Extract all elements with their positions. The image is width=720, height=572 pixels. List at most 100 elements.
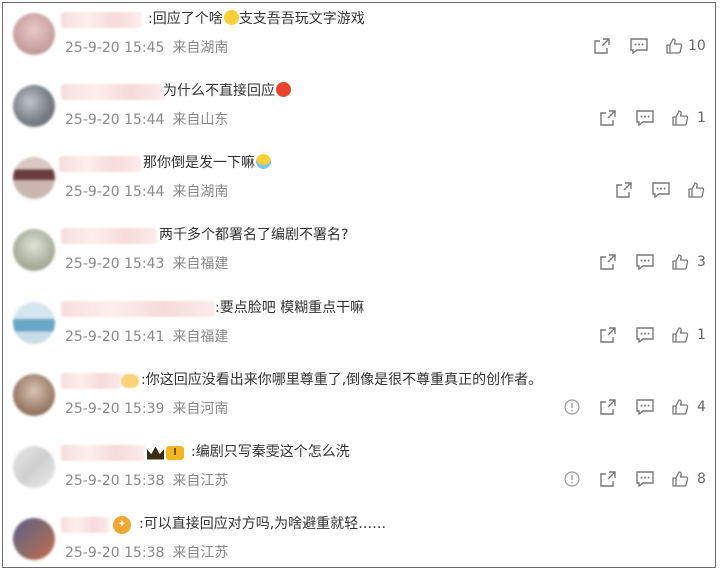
- comment-body: :要点脸吧 模糊重点干嘛: [215, 300, 365, 316]
- comment-date: 25-9-20 15:41: [65, 329, 165, 345]
- comment-date: 25-9-20 15:38: [65, 545, 165, 561]
- share-icon[interactable]: [615, 181, 633, 199]
- report-icon[interactable]: [563, 470, 581, 488]
- share-icon[interactable]: [593, 37, 611, 55]
- comment-icon[interactable]: [635, 253, 655, 271]
- share-icon[interactable]: [599, 326, 617, 344]
- comment-date: 25-9-20 15:44: [65, 112, 165, 128]
- comment-meta: 25-9-20 15:43 来自福建: [65, 253, 228, 273]
- comment-location: 来自河南: [172, 401, 229, 417]
- thumbs-up-icon[interactable]: [671, 253, 689, 271]
- comment-item: 那你倒是发一下嘛 25-9-20 15:44 来自湖南: [3, 147, 715, 219]
- sweat-emoji-icon: [223, 10, 239, 25]
- like-count: 1: [697, 110, 706, 126]
- comment-location: 来自福建: [172, 256, 229, 272]
- comment-location: 来自福建: [172, 329, 229, 345]
- comment-body: :可以直接回应对方吗,为啥避重就轻……: [139, 516, 387, 532]
- comment-item: ✦ :可以直接回应对方吗,为啥避重就轻…… 25-9-20 15:38 来自江苏: [3, 508, 715, 567]
- avatar[interactable]: [13, 302, 55, 344]
- username-blurred[interactable]: [61, 373, 121, 389]
- comment-body: :回应了个啥: [148, 11, 223, 27]
- report-icon[interactable]: [563, 398, 581, 416]
- comment-item: 为什么不直接回应 25-9-20 15:44 来自山东 1: [3, 75, 715, 147]
- medal-badge: ✦: [113, 516, 131, 534]
- share-icon[interactable]: [599, 253, 617, 271]
- avatar[interactable]: [13, 446, 55, 488]
- comment-text: :编剧只写秦雯这个怎么洗: [191, 442, 350, 462]
- level-badge: I: [166, 446, 184, 460]
- comment-meta: 25-9-20 15:38 来自江苏: [65, 542, 228, 562]
- username-blurred[interactable]: [59, 156, 141, 172]
- comment-location: 来自湖南: [172, 184, 229, 200]
- comment-text: :回应了个啥 支支吾吾玩文字游戏: [148, 9, 365, 29]
- comment-icon[interactable]: [635, 109, 655, 127]
- comment-item: 两千多个都署名了编剧不署名? 25-9-20 15:43 来自福建 3: [3, 219, 715, 291]
- comment-text: 两千多个都署名了编剧不署名?: [159, 225, 348, 245]
- comment-text: :可以直接回应对方吗,为啥避重就轻……: [139, 514, 386, 534]
- fan-badge: [121, 372, 139, 390]
- comment-location: 来自山东: [172, 112, 229, 128]
- like-count: 8: [697, 471, 706, 487]
- username-blurred[interactable]: [61, 517, 109, 533]
- medal-icon: ✦: [113, 516, 131, 534]
- avatar[interactable]: [13, 229, 55, 271]
- share-icon[interactable]: [599, 109, 617, 127]
- like-count: 10: [688, 38, 706, 54]
- vip-badge: I: [147, 444, 184, 462]
- thumbs-up-icon[interactable]: [687, 181, 705, 199]
- avatar[interactable]: [13, 157, 55, 199]
- avatar[interactable]: [13, 85, 55, 127]
- comment-list: :回应了个啥 支支吾吾玩文字游戏 25-9-20 15:45 来自湖南 10 为什么不直接…: [2, 2, 716, 568]
- username-blurred[interactable]: [61, 228, 157, 244]
- comment-body: :你这回应没看出来你哪里尊重了,倒像是很不尊重真正的创作者。: [141, 372, 543, 388]
- thumbs-up-icon[interactable]: [665, 37, 683, 55]
- comment-location: 来自湖南: [172, 40, 229, 56]
- comment-meta: 25-9-20 15:38 来自江苏: [65, 470, 228, 490]
- comment-icon[interactable]: [651, 181, 671, 199]
- comment-date: 25-9-20 15:38: [65, 473, 165, 489]
- username-blurred[interactable]: [61, 445, 145, 461]
- avatar[interactable]: [13, 13, 55, 55]
- comment-date: 25-9-20 15:45: [65, 40, 165, 56]
- comment-meta: 25-9-20 15:44 来自湖南: [65, 181, 228, 201]
- comment-date: 25-9-20 15:43: [65, 256, 165, 272]
- username-blurred[interactable]: [61, 84, 165, 100]
- comment-meta: 25-9-20 15:39 来自河南: [65, 398, 228, 418]
- comment-icon[interactable]: [635, 398, 655, 416]
- avatar[interactable]: [13, 374, 55, 416]
- comment-item: I :编剧只写秦雯这个怎么洗 25-9-20 15:38 来自江苏 8: [3, 436, 715, 508]
- like-count: 3: [697, 254, 706, 270]
- comment-location: 来自江苏: [172, 473, 229, 489]
- comment-body: 为什么不直接回应: [163, 83, 275, 99]
- thumbs-up-icon[interactable]: [671, 470, 689, 488]
- comment-location: 来自江苏: [172, 545, 229, 561]
- comment-body: 两千多个都署名了编剧不署名?: [159, 227, 349, 243]
- comment-icon[interactable]: [629, 37, 649, 55]
- share-icon[interactable]: [599, 470, 617, 488]
- share-icon[interactable]: [599, 398, 617, 416]
- comment-body-after: 支支吾吾玩文字游戏: [238, 11, 365, 27]
- thumbs-up-icon[interactable]: [671, 326, 689, 344]
- comment-body: :编剧只写秦雯这个怎么洗: [191, 444, 350, 460]
- comment-meta: 25-9-20 15:45 来自湖南: [65, 37, 228, 57]
- comment-text: :你这回应没看出来你哪里尊重了,倒像是很不尊重真正的创作者。: [141, 370, 542, 390]
- comment-date: 25-9-20 15:39: [65, 401, 165, 417]
- comment-icon[interactable]: [635, 326, 655, 344]
- thumbs-up-icon[interactable]: [671, 109, 689, 127]
- comment-item: :要点脸吧 模糊重点干嘛 25-9-20 15:41 来自福建 1: [3, 292, 715, 364]
- comment-date: 25-9-20 15:44: [65, 184, 165, 200]
- username-blurred[interactable]: [61, 12, 141, 28]
- like-count: 4: [697, 399, 706, 415]
- avatar[interactable]: [13, 518, 55, 560]
- thumbs-up-icon[interactable]: [671, 398, 689, 416]
- like-count: 1: [697, 327, 706, 343]
- cry-emoji-icon: [256, 154, 271, 169]
- comment-text: :要点脸吧 模糊重点干嘛: [215, 298, 364, 318]
- comment-icon[interactable]: [635, 470, 655, 488]
- comment-text: 那你倒是发一下嘛: [143, 153, 271, 173]
- fan-badge-icon: [121, 374, 139, 388]
- comment-text: 为什么不直接回应: [163, 81, 291, 101]
- comment-meta: 25-9-20 15:44 来自山东: [65, 109, 228, 129]
- username-blurred[interactable]: [61, 301, 215, 317]
- comment-body: 那你倒是发一下嘛: [143, 155, 255, 171]
